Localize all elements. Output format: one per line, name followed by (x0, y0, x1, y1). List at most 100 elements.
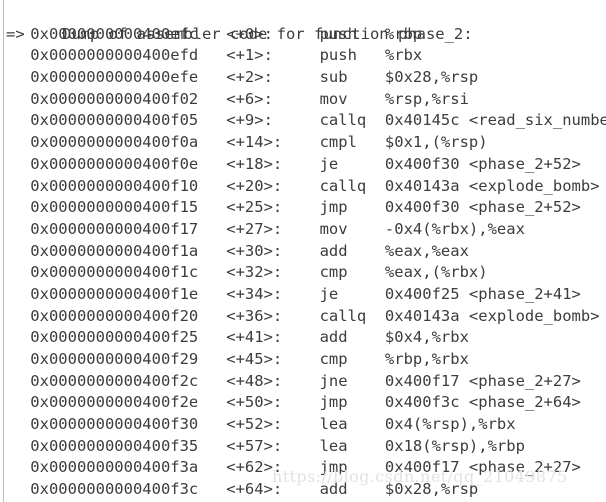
instruction-mnemonic: add (319, 328, 385, 347)
instruction-mnemonic: jmp (319, 198, 385, 217)
instruction-gutter (6, 392, 30, 414)
instruction-offset: <+48>: (226, 371, 320, 390)
instruction-row: 0x0000000000400f1a <+30>: add %eax,%eax (0, 241, 606, 263)
instruction-offset: <+18>: (226, 154, 320, 173)
instruction-row: 0x0000000000400f1e <+34>: je 0x400f25 <p… (0, 284, 606, 306)
instruction-address: 0x0000000000400f29 (30, 350, 227, 368)
instruction-list: => 0x0000000000400efc <+0>: push %rbp 0x0… (0, 24, 606, 502)
instruction-gutter (6, 176, 30, 198)
instruction-mnemonic: cmp (319, 263, 385, 282)
instruction-mnemonic: lea (319, 436, 385, 455)
instruction-mnemonic: jmp (319, 458, 385, 477)
instruction-offset: <+1>: (226, 46, 320, 65)
instruction-address: 0x0000000000400efe (30, 68, 227, 87)
instruction-row: 0x0000000000400f10 <+20>: callq 0x40143a… (0, 176, 606, 198)
instruction-gutter (6, 132, 30, 154)
instruction-address: 0x0000000000400f20 (30, 306, 227, 325)
instruction-mnemonic: mov (319, 219, 385, 238)
instruction-offset: <+27>: (226, 219, 320, 238)
instruction-row: 0x0000000000400f05 <+9>: callq 0x40145c … (0, 110, 606, 132)
instruction-mnemonic: push (319, 24, 385, 43)
instruction-address: 0x0000000000400f10 (30, 176, 227, 195)
instruction-gutter (6, 327, 30, 349)
instruction-address: 0x0000000000400f25 (30, 328, 227, 347)
instruction-address: 0x0000000000400f05 (30, 111, 227, 130)
instruction-operands: %rbp,%rbx (384, 350, 469, 368)
instruction-operands: $0x4,%rbx (384, 328, 469, 347)
instruction-gutter (6, 284, 30, 306)
instruction-address: 0x0000000000400f3c (30, 480, 227, 499)
instruction-operands: 0x400f30 <phase_2+52> (384, 198, 581, 217)
instruction-row: 0x0000000000400f0e <+18>: je 0x400f30 <p… (0, 154, 606, 176)
instruction-offset: <+20>: (226, 176, 320, 195)
instruction-gutter (6, 89, 30, 111)
instruction-operands: 0x40145c <read_six_numbers> (384, 111, 606, 130)
instruction-operands: -0x4(%rbx),%eax (384, 219, 525, 238)
instruction-address: 0x0000000000400f17 (30, 219, 227, 238)
instruction-address: 0x0000000000400f2e (30, 393, 227, 412)
instruction-offset: <+45>: (226, 350, 320, 368)
instruction-gutter (6, 219, 30, 241)
instruction-gutter (6, 414, 30, 436)
instruction-gutter (6, 436, 30, 458)
instruction-offset: <+62>: (226, 458, 320, 477)
instruction-gutter (6, 371, 30, 393)
instruction-operands: %eax,%eax (384, 241, 469, 260)
instruction-row: 0x0000000000400f15 <+25>: jmp 0x400f30 <… (0, 197, 606, 219)
instruction-gutter (6, 67, 30, 89)
instruction-row: 0x0000000000400f3c <+64>: add $0x28,%rsp (0, 479, 606, 501)
instruction-mnemonic: cmpl (319, 133, 385, 152)
instruction-operands: $0x28,%rsp (384, 68, 479, 87)
instruction-mnemonic: push (319, 46, 385, 65)
dump-header-line: Dump of assembler code for function phas… (0, 2, 606, 43)
instruction-mnemonic: jmp (319, 393, 385, 412)
instruction-address: 0x0000000000400f0e (30, 154, 227, 173)
instruction-gutter (6, 45, 30, 67)
instruction-operands: 0x4(%rsp),%rbx (384, 415, 516, 434)
instruction-offset: <+50>: (226, 393, 320, 412)
instruction-operands: $0x28,%rsp (384, 480, 479, 499)
instruction-operands: 0x18(%rsp),%rbp (384, 436, 525, 455)
instruction-operands: 0x40143a <explode_bomb> (384, 176, 600, 195)
instruction-address: 0x0000000000400f1c (30, 263, 227, 282)
current-instruction-marker: => (6, 24, 25, 43)
instruction-operands: 0x400f3c <phase_2+64> (384, 393, 581, 412)
instruction-gutter (6, 262, 30, 284)
instruction-mnemonic: mov (319, 89, 385, 108)
instruction-address: 0x0000000000400f02 (30, 89, 227, 108)
instruction-operands: 0x400f30 <phase_2+52> (384, 154, 581, 173)
instruction-row: => 0x0000000000400efc <+0>: push %rbp (0, 24, 606, 46)
instruction-gutter (6, 479, 30, 501)
instruction-offset: <+25>: (226, 198, 320, 217)
instruction-gutter (6, 306, 30, 328)
instruction-operands: 0x400f25 <phase_2+41> (384, 284, 581, 303)
instruction-mnemonic: callq (319, 111, 385, 130)
instruction-operands: %eax,(%rbx) (384, 263, 488, 282)
instruction-address: 0x0000000000400efc (30, 24, 227, 43)
instruction-row: 0x0000000000400f17 <+27>: mov -0x4(%rbx)… (0, 219, 606, 241)
instruction-address: 0x0000000000400f1a (30, 241, 227, 260)
instruction-offset: <+6>: (226, 89, 320, 108)
instruction-mnemonic: je (319, 284, 385, 303)
instruction-operands: $0x1,(%rsp) (384, 133, 488, 152)
instruction-offset: <+36>: (226, 306, 320, 325)
instruction-mnemonic: add (319, 480, 385, 499)
instruction-address: 0x0000000000400f2c (30, 371, 227, 390)
instruction-row: 0x0000000000400efe <+2>: sub $0x28,%rsp (0, 67, 606, 89)
instruction-offset: <+52>: (226, 415, 320, 434)
instruction-address: 0x0000000000400f30 (30, 415, 227, 434)
instruction-row: 0x0000000000400f3a <+62>: jmp 0x400f17 <… (0, 457, 606, 479)
instruction-mnemonic: add (319, 241, 385, 260)
instruction-offset: <+64>: (226, 480, 320, 499)
instruction-operands: %rbx (384, 46, 423, 65)
instruction-mnemonic: jne (319, 371, 385, 390)
instruction-operands: 0x40143a <explode_bomb> (384, 306, 600, 325)
instruction-gutter (6, 457, 30, 479)
instruction-row: 0x0000000000400f35 <+57>: lea 0x18(%rsp)… (0, 436, 606, 458)
instruction-gutter (6, 241, 30, 263)
instruction-mnemonic: je (319, 154, 385, 173)
instruction-row: 0x0000000000400f20 <+36>: callq 0x40143a… (0, 306, 606, 328)
instruction-operands: %rbp (384, 24, 423, 43)
instruction-row: 0x0000000000400f02 <+6>: mov %rsp,%rsi (0, 89, 606, 111)
gdb-output[interactable]: Dump of assembler code for function phas… (0, 0, 606, 502)
